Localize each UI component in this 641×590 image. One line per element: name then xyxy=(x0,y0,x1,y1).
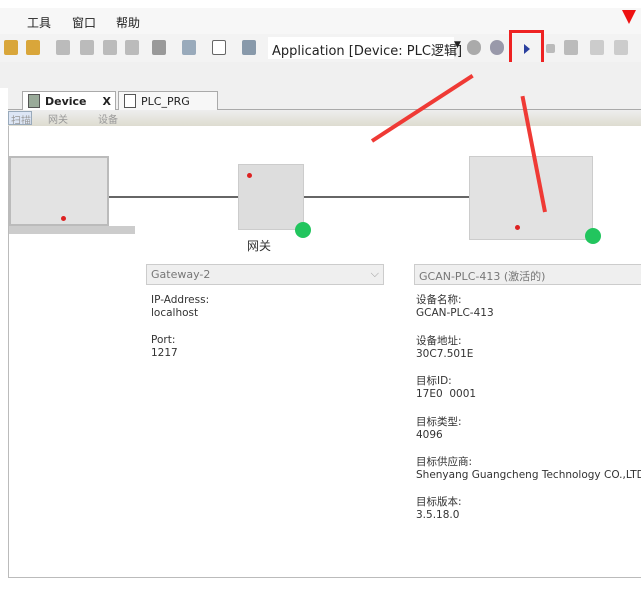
target-version-label: 目标版本: xyxy=(416,496,462,508)
step-over-icon[interactable] xyxy=(590,40,604,55)
gateway-device-icon[interactable] xyxy=(238,164,304,230)
subtab-device[interactable]: 设备 xyxy=(98,111,118,126)
application-selector-value: Application [Device: PLC逻辑] xyxy=(272,44,463,59)
gateway-status-icon xyxy=(295,222,311,238)
gateway-selector-value: Gateway-2 xyxy=(151,268,211,281)
logout-icon[interactable] xyxy=(26,40,40,55)
tab-label: PLC_PRG xyxy=(141,95,190,108)
toolbar-spacer xyxy=(0,62,641,88)
bookmark-next-icon[interactable] xyxy=(103,40,117,55)
gateway-selector[interactable]: Gateway-2 ⌵ xyxy=(146,264,384,285)
menu-bar: 工具 窗口 帮助 xyxy=(0,8,641,34)
print-icon[interactable] xyxy=(152,40,166,55)
device-name-value: GCAN-PLC-413 xyxy=(416,307,494,319)
login-gear-icon[interactable] xyxy=(467,40,481,55)
ip-value: localhost xyxy=(151,307,199,319)
editor-tabs: Device X PLC_PRG xyxy=(8,88,641,110)
tab-device[interactable]: Device X xyxy=(22,91,116,110)
bookmark-clear-icon[interactable] xyxy=(125,40,139,55)
sub-tabs: 扫描 网关 设备 xyxy=(8,110,641,126)
target-vendor-value: Shenyang Guangcheng Technology CO.,LTD. xyxy=(416,469,641,481)
subtab-gateway[interactable]: 网关 xyxy=(48,111,68,126)
target-version-value: 3.5.18.0 xyxy=(416,509,460,521)
online-config-icon[interactable] xyxy=(242,40,256,55)
document-icon xyxy=(124,94,136,108)
chevron-down-icon: ▼ xyxy=(454,40,461,50)
stop-icon[interactable] xyxy=(546,44,555,53)
gateway-name: 网关 xyxy=(247,239,272,253)
target-type-label: 目标类型: xyxy=(416,416,462,428)
target-id-label: 目标ID: xyxy=(416,375,452,387)
connection-line xyxy=(107,196,507,198)
plc-device-icon[interactable] xyxy=(469,156,593,240)
ip-label: IP-Address: xyxy=(151,294,210,306)
run-button-highlight[interactable] xyxy=(509,30,544,66)
step-into-icon[interactable] xyxy=(614,40,628,55)
close-icon[interactable]: X xyxy=(103,95,111,108)
target-type-value: 4096 xyxy=(416,429,443,441)
logout-gear-icon[interactable] xyxy=(490,40,504,55)
device-icon xyxy=(28,94,40,108)
menu-tools[interactable]: 工具 xyxy=(27,14,51,31)
run-icon[interactable] xyxy=(524,44,530,54)
device-name-label: 设备名称: xyxy=(416,294,462,306)
device-panel: 网关 Gateway-2 ⌵ IP-Address: localhost Port… xyxy=(8,126,641,578)
laptop-base xyxy=(9,226,135,234)
export-icon[interactable] xyxy=(212,40,226,55)
tab-label: Device xyxy=(45,95,87,108)
bookmark-icon[interactable] xyxy=(56,40,70,55)
login-icon[interactable] xyxy=(4,40,18,55)
application-selector[interactable]: Application [Device: PLC逻辑] ▼ xyxy=(268,37,462,59)
device-selector[interactable]: GCAN-PLC-413 (激活的)⌵ xyxy=(414,264,641,285)
menu-help[interactable]: 帮助 xyxy=(116,14,140,31)
target-vendor-label: 目标供应商: xyxy=(416,456,473,468)
target-id-value: 17E0 0001 xyxy=(416,388,477,400)
device-selector-value: GCAN-PLC-413 (激活的) xyxy=(419,270,546,283)
toolbar: Application [Device: PLC逻辑] ▼ xyxy=(0,30,641,66)
device-address-label: 设备地址: xyxy=(416,335,462,347)
tab-plc-prg[interactable]: PLC_PRG xyxy=(118,91,218,110)
chevron-down-icon: ⌵ xyxy=(370,267,379,280)
port-value: 1217 xyxy=(151,347,178,359)
plc-status-icon xyxy=(585,228,601,244)
port-label: Port: xyxy=(151,334,176,346)
dropdown-marker-icon xyxy=(622,10,636,24)
computer-icon xyxy=(9,156,109,226)
subtab-scan[interactable]: 扫描 xyxy=(8,111,32,125)
menu-window[interactable]: 窗口 xyxy=(72,14,96,31)
bookmark-prev-icon[interactable] xyxy=(80,40,94,55)
reset-icon[interactable] xyxy=(564,40,578,55)
device-address-value: 30C7.501E xyxy=(416,348,474,360)
build-icon[interactable] xyxy=(182,40,196,55)
